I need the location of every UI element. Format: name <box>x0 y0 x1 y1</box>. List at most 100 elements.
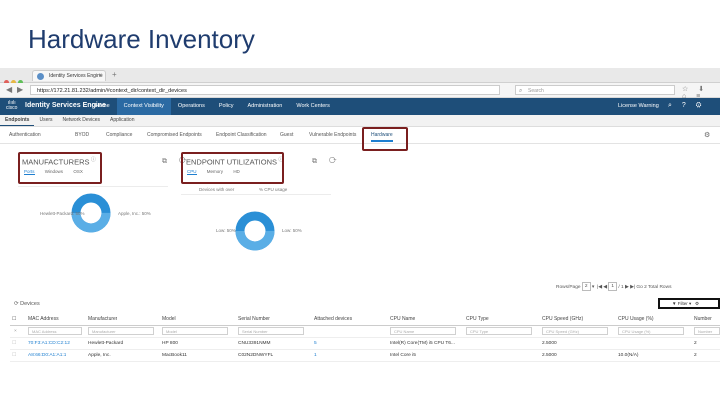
next-page-icon[interactable]: ▶ <box>625 285 629 290</box>
nav-administration[interactable]: Administration <box>241 98 290 115</box>
filter-serial[interactable]: Serial Number <box>238 327 304 335</box>
subnav-application[interactable]: Application <box>105 115 139 126</box>
nav-operations[interactable]: Operations <box>171 98 212 115</box>
filter-icon[interactable]: ▼ <box>672 301 676 306</box>
cell-attached[interactable]: 1 <box>314 350 317 361</box>
donut-label-left: Low: 50% <box>216 228 236 233</box>
page-input[interactable]: 1 <box>608 282 617 291</box>
close-icon[interactable]: × <box>14 326 17 337</box>
select-all-checkbox[interactable]: ☐ <box>12 313 16 325</box>
cell-cpu-speed: 2.5000 <box>542 353 557 358</box>
mac-link[interactable]: 70:F3:A1:CD:C2:12 <box>28 338 70 349</box>
tab-authentication[interactable]: Authentication <box>9 132 41 138</box>
screenshot: Identity Services Engine × + ◀ ▶ https:/… <box>0 68 720 405</box>
cell-attached[interactable]: 5 <box>314 338 317 349</box>
browser-search-input[interactable]: ⌕ Search <box>515 85 675 95</box>
filter-toolbar[interactable]: ▼ Filter ▾ ⚙ <box>658 298 720 309</box>
go-button[interactable]: Go <box>636 285 642 290</box>
browser-tab[interactable]: Identity Services Engine × <box>32 70 106 81</box>
forward-arrow-icon[interactable]: ▶ <box>17 85 23 95</box>
subnav-users[interactable]: Users <box>34 115 57 126</box>
donut-label-right: Apple, Inc.: 50% <box>118 211 151 216</box>
cell-model: MacBook11 <box>162 353 187 358</box>
header-icons[interactable]: ⌕ ? ⚙ <box>668 102 705 110</box>
page-of-label: / 1 <box>618 284 624 290</box>
table-row[interactable]: ☐ 70:F3:A1:CD:C2:12 Hewlett-Packard HP 8… <box>10 338 720 350</box>
cell-cpu-speed: 2.5000 <box>542 341 557 346</box>
filter-cpu-usage[interactable]: CPU Usage (%) <box>618 327 684 335</box>
row-checkbox[interactable]: ☐ <box>12 350 16 361</box>
main-nav: Home Context Visibility Operations Polic… <box>88 98 337 115</box>
new-tab-icon[interactable]: + <box>112 70 117 80</box>
donut-label-left: Hewlett-Packard: 50% <box>40 211 85 216</box>
col-manufacturer[interactable]: Manufacturer <box>88 313 117 325</box>
filter-cpu-speed[interactable]: CPU Speed (GHz) <box>542 327 608 335</box>
row-checkbox[interactable]: ☐ <box>12 338 16 349</box>
utilizations-highlight <box>181 152 284 184</box>
utilizations-donut <box>235 211 275 251</box>
tab-compliance[interactable]: Compliance <box>106 132 132 138</box>
rows-per-page-label: Rows/Page <box>556 284 581 290</box>
col-cpu-name[interactable]: CPU Name <box>390 313 415 325</box>
license-warning[interactable]: License Warning <box>618 103 659 109</box>
filter-cpu-type[interactable]: CPU Type <box>466 327 532 335</box>
cell-cpu-usage: 10.0(N/A) <box>618 353 639 358</box>
tab-compromised-endpoints[interactable]: Compromised Endpoints <box>147 132 202 138</box>
ise-header: ılıılı cisco Identity Services Engine Hom… <box>0 98 720 115</box>
col-model[interactable]: Model <box>162 313 176 325</box>
mac-link[interactable]: A8:66:D0:A1:A1:1 <box>28 350 66 361</box>
col-attached-devices[interactable]: Attached devices <box>314 313 352 325</box>
first-page-icon[interactable]: |◀ <box>597 285 602 290</box>
col-cpu-usage[interactable]: CPU Usage (%) <box>618 313 654 325</box>
prev-page-icon[interactable]: ◀ <box>603 285 607 290</box>
browser-tab-bar: Identity Services Engine × + <box>0 68 720 85</box>
table-row[interactable]: ☐ A8:66:D0:A1:A1:1 Apple, Inc. MacBook11… <box>10 350 720 362</box>
col-cpu-label: % CPU usage <box>259 187 288 192</box>
col-number[interactable]: Number <box>694 313 712 325</box>
refresh-icon[interactable]: ⟳ <box>14 301 19 307</box>
col-cpu-speed[interactable]: CPU Speed (GHz) <box>542 313 583 325</box>
nav-home[interactable]: Home <box>88 98 117 115</box>
rows-per-page-select[interactable]: 2 <box>581 282 591 291</box>
tab-byod[interactable]: BYOD <box>75 132 89 138</box>
search-icon: ⌕ <box>519 88 523 94</box>
chevron-down-icon: ▾ <box>591 284 595 290</box>
nav-context-visibility[interactable]: Context Visibility <box>116 98 171 115</box>
tab-vulnerable-endpoints[interactable]: Vulnerable Endpoints <box>309 132 356 138</box>
table-header-row: ☐ MAC Address Manufacturer Model Serial … <box>10 313 720 326</box>
tab-guest[interactable]: Guest <box>280 132 293 138</box>
filter-cpu-name[interactable]: CPU Name <box>390 327 456 335</box>
devices-header: ⟳ Devices <box>14 301 40 307</box>
filter-label: Filter <box>677 301 688 306</box>
total-rows-label: 2 Total Rows <box>644 284 672 290</box>
col-serial-number[interactable]: Serial Number <box>238 313 270 325</box>
manufacturers-highlight <box>18 152 102 184</box>
filter-model[interactable]: Model <box>162 327 228 335</box>
cell-serial: C02N2DNWYFL <box>238 353 274 358</box>
col-devices-label: Devices with over <box>199 187 235 192</box>
pagination: Rows/Page 2 ▾ |◀ ◀ 1 / 1 ▶ ▶| Go 2 Total… <box>556 282 671 291</box>
col-cpu-type[interactable]: CPU Type <box>466 313 489 325</box>
devices-title: Devices <box>20 301 40 307</box>
cell-number: 2 <box>694 341 697 346</box>
subnav-network-devices[interactable]: Network Devices <box>58 115 106 126</box>
last-page-icon[interactable]: ▶| <box>630 285 635 290</box>
sub-nav: Endpoints Users Network Devices Applicat… <box>0 115 720 127</box>
subnav-endpoints[interactable]: Endpoints <box>0 115 35 126</box>
cell-manufacturer: Apple, Inc. <box>88 353 111 358</box>
filter-manufacturer[interactable]: Manufacturer <box>88 327 154 335</box>
nav-policy[interactable]: Policy <box>212 98 241 115</box>
divider <box>181 194 331 195</box>
col-mac-address[interactable]: MAC Address <box>28 313 59 325</box>
close-tab-icon[interactable]: × <box>98 71 102 81</box>
donut-label-right: Low: 50% <box>282 228 302 233</box>
cell-model: HP 800 <box>162 341 178 346</box>
filter-mac[interactable]: MAC Address <box>28 327 82 335</box>
filter-number[interactable]: Number <box>694 327 720 335</box>
tab-endpoint-classification[interactable]: Endpoint Classification <box>216 132 267 138</box>
back-arrow-icon[interactable]: ◀ <box>6 85 12 95</box>
address-input[interactable]: https://172.21.81.232/admin/#context_dir… <box>30 85 500 95</box>
nav-work-centers[interactable]: Work Centers <box>289 98 337 115</box>
gear-icon[interactable]: ⚙ <box>704 131 710 139</box>
expand-icon[interactable]: ⧉ ⟳ <box>312 158 341 166</box>
